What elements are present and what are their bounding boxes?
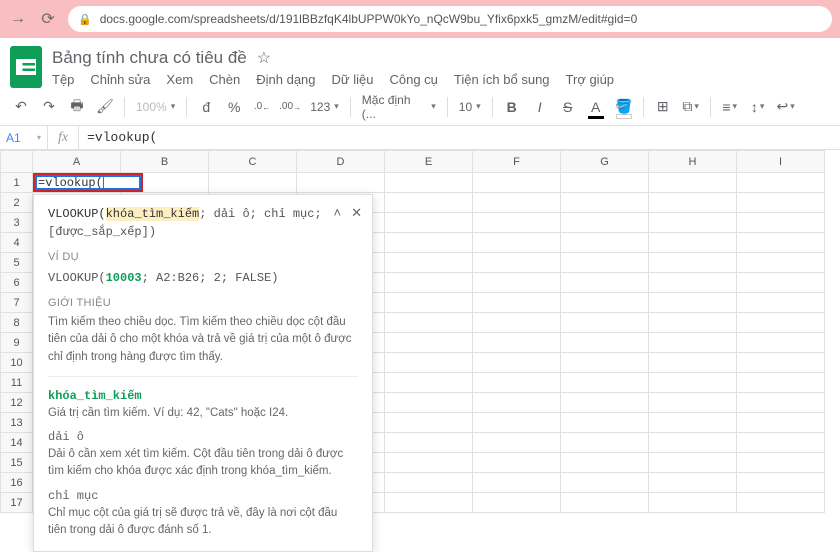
col-header[interactable]: H: [649, 151, 737, 173]
menu-help[interactable]: Trợ giúp: [566, 72, 615, 87]
menu-format[interactable]: Định dạng: [256, 72, 315, 87]
row-header[interactable]: 14: [1, 433, 33, 453]
row-header[interactable]: 2: [1, 193, 33, 213]
row-header[interactable]: 8: [1, 313, 33, 333]
param-name: dải ô: [48, 428, 358, 446]
zoom-select[interactable]: 100%: [133, 100, 178, 114]
row-header[interactable]: 7: [1, 293, 33, 313]
formula-helper-popup: ˄ ✕ VLOOKUP(khóa_tìm_kiếm; dải ô; chỉ mụ…: [33, 194, 373, 552]
row-header[interactable]: 5: [1, 253, 33, 273]
valign-button[interactable]: ↕: [747, 96, 769, 118]
grid-area: A B C D E F G H I 1 2 3 4 5 6 7 8 9 10 1…: [0, 150, 840, 513]
col-header[interactable]: B: [121, 151, 209, 173]
font-size-select[interactable]: 10: [456, 100, 484, 114]
print-icon[interactable]: 🖶: [66, 96, 88, 118]
paint-format-icon[interactable]: 🖌: [94, 96, 116, 118]
wrap-button[interactable]: ↩: [775, 96, 797, 118]
decrease-decimal-button[interactable]: .0←: [251, 96, 273, 118]
menu-bar: Tệp Chỉnh sửa Xem Chèn Định dạng Dữ liệu…: [52, 68, 830, 87]
bold-button[interactable]: B: [501, 96, 523, 118]
row-header[interactable]: 17: [1, 493, 33, 513]
collapse-icon[interactable]: ˄: [334, 203, 342, 223]
toolbar: ↶ ↷ 🖶 🖌 100% đ % .0← .00→ 123 Mặc định (…: [0, 88, 840, 126]
redo-icon[interactable]: ↷: [38, 96, 60, 118]
param-desc: Giá trị cần tìm kiếm. Ví dụ: 42, "Cats" …: [48, 405, 358, 422]
col-header[interactable]: I: [737, 151, 825, 173]
row-header[interactable]: 15: [1, 453, 33, 473]
param-desc: Dải ô cần xem xét tìm kiếm. Cột đầu tiên…: [48, 446, 358, 481]
forward-icon[interactable]: →: [8, 10, 28, 28]
halign-button[interactable]: ≡: [719, 96, 741, 118]
document-title[interactable]: Bảng tính chưa có tiêu đề: [52, 48, 247, 68]
col-header[interactable]: G: [561, 151, 649, 173]
row-header[interactable]: 13: [1, 413, 33, 433]
row-header[interactable]: 10: [1, 353, 33, 373]
name-box[interactable]: A1: [0, 126, 48, 149]
menu-insert[interactable]: Chèn: [209, 72, 240, 87]
row-header[interactable]: 11: [1, 373, 33, 393]
active-cell-text: =vlookup(: [38, 176, 103, 190]
function-signature: VLOOKUP(khóa_tìm_kiếm; dải ô; chỉ mục; […: [48, 205, 358, 241]
lock-icon: 🔒: [78, 13, 92, 26]
percent-button[interactable]: %: [223, 96, 245, 118]
url-bar[interactable]: 🔒 docs.google.com/spreadsheets/d/191lBBz…: [68, 6, 832, 32]
menu-addons[interactable]: Tiện ích bổ sung: [454, 72, 550, 87]
col-header[interactable]: C: [209, 151, 297, 173]
undo-icon[interactable]: ↶: [10, 96, 32, 118]
menu-file[interactable]: Tệp: [52, 72, 74, 87]
about-title: GIỚI THIỆU: [48, 295, 358, 312]
row-header[interactable]: 3: [1, 213, 33, 233]
row-header[interactable]: 4: [1, 233, 33, 253]
col-header[interactable]: D: [297, 151, 385, 173]
col-header[interactable]: F: [473, 151, 561, 173]
font-select[interactable]: Mặc định (...: [359, 93, 439, 121]
select-all-corner[interactable]: [1, 151, 33, 173]
menu-view[interactable]: Xem: [166, 72, 193, 87]
increase-decimal-button[interactable]: .00→: [279, 96, 301, 118]
row-header[interactable]: 16: [1, 473, 33, 493]
merge-button[interactable]: ⧉: [680, 96, 702, 118]
fill-color-button[interactable]: 🪣: [613, 96, 635, 118]
sheets-logo-icon[interactable]: [10, 46, 42, 88]
star-icon[interactable]: ☆: [257, 48, 271, 68]
browser-chrome: → ⟳ 🔒 docs.google.com/spreadsheets/d/191…: [0, 0, 840, 38]
menu-tools[interactable]: Công cụ: [389, 72, 437, 87]
param-desc: Chỉ mục cột của giá trị sẽ được trả về, …: [48, 505, 358, 540]
close-icon[interactable]: ✕: [351, 203, 362, 223]
url-text: docs.google.com/spreadsheets/d/191lBBzfq…: [100, 12, 638, 26]
menu-edit[interactable]: Chỉnh sửa: [90, 72, 150, 87]
example-text: VLOOKUP(10003; A2:B26; 2; FALSE): [48, 269, 358, 287]
example-title: VÍ DỤ: [48, 249, 358, 266]
row-header[interactable]: 9: [1, 333, 33, 353]
about-text: Tìm kiếm theo chiều dọc. Tìm kiếm theo c…: [48, 314, 358, 366]
col-header[interactable]: E: [385, 151, 473, 173]
formula-row: A1 fx =vlookup(: [0, 126, 840, 150]
row-header[interactable]: 12: [1, 393, 33, 413]
row-header[interactable]: 6: [1, 273, 33, 293]
active-cell[interactable]: =vlookup(: [33, 173, 143, 192]
row-header[interactable]: 1: [1, 173, 33, 193]
strike-button[interactable]: S: [557, 96, 579, 118]
more-formats-button[interactable]: 123: [307, 100, 342, 114]
reload-icon[interactable]: ⟳: [38, 9, 58, 29]
formula-bar[interactable]: =vlookup(: [79, 126, 840, 149]
fx-icon: fx: [48, 126, 79, 149]
italic-button[interactable]: I: [529, 96, 551, 118]
currency-button[interactable]: đ: [195, 96, 217, 118]
param-name: chỉ mục: [48, 487, 358, 505]
col-header[interactable]: A: [33, 151, 121, 173]
document-header: Bảng tính chưa có tiêu đề ☆ Tệp Chỉnh sử…: [0, 38, 840, 88]
param-name: khóa_tìm_kiếm: [48, 387, 358, 405]
menu-data[interactable]: Dữ liệu: [332, 72, 374, 87]
text-color-button[interactable]: A: [585, 96, 607, 118]
borders-button[interactable]: ⊞: [652, 96, 674, 118]
